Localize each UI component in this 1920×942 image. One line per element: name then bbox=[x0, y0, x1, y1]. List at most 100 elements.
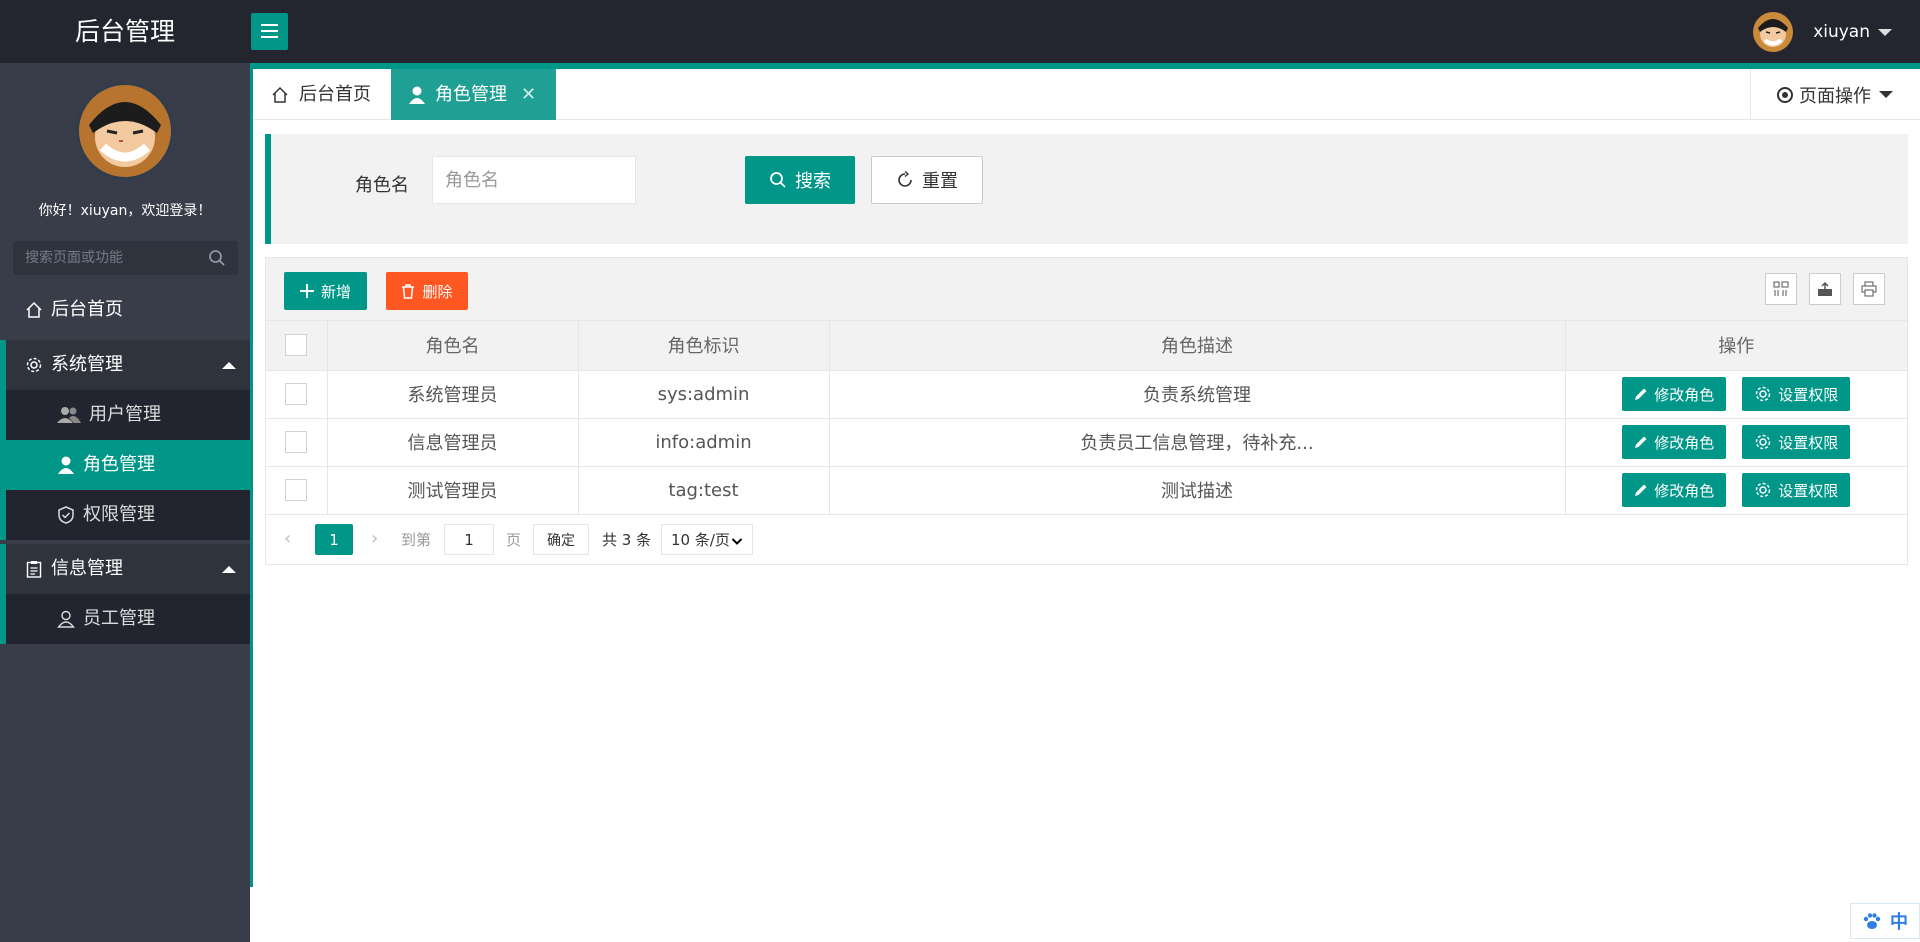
delete-button[interactable]: 删除 bbox=[386, 272, 468, 310]
sidebar-search-input[interactable] bbox=[13, 241, 193, 275]
next-page-icon[interactable]: › bbox=[371, 528, 378, 549]
hamburger-icon bbox=[261, 24, 278, 26]
goto-page-input[interactable] bbox=[444, 524, 494, 555]
role-desc-cell: 负责系统管理 bbox=[829, 370, 1566, 419]
pencil-icon bbox=[1634, 387, 1648, 401]
role-name-input[interactable] bbox=[432, 156, 636, 204]
page-ops-label: 页面操作 bbox=[1799, 85, 1871, 107]
set-permission-button[interactable]: 设置权限 bbox=[1742, 425, 1851, 459]
radio-dot-icon bbox=[1777, 86, 1793, 103]
set-permission-label: 设置权限 bbox=[1778, 481, 1839, 500]
lang-label: 中 bbox=[1890, 912, 1908, 933]
search-button-label: 搜索 bbox=[795, 171, 831, 192]
paw-icon bbox=[1862, 911, 1882, 931]
sidebar-item-employees[interactable]: 员工管理 bbox=[0, 594, 250, 644]
top-header: 后台管理 xiuyan bbox=[0, 0, 1920, 69]
prev-page-icon[interactable]: ‹ bbox=[284, 528, 291, 549]
sidebar-item-system[interactable]: 系统管理 bbox=[0, 340, 250, 390]
table-row: 系统管理员 sys:admin 负责系统管理 修改角色 设置权限 bbox=[266, 370, 1907, 419]
sidebar-item-home[interactable]: 后台首页 bbox=[0, 285, 250, 335]
menu-toggle-button[interactable] bbox=[251, 13, 288, 50]
actions-cell: 修改角色 设置权限 bbox=[1565, 466, 1907, 515]
set-permission-label: 设置权限 bbox=[1778, 385, 1839, 404]
edit-role-label: 修改角色 bbox=[1654, 481, 1715, 500]
select-all-checkbox[interactable] bbox=[285, 334, 308, 357]
tab-label: 后台首页 bbox=[299, 84, 371, 105]
pencil-icon bbox=[1634, 483, 1648, 497]
sidebar-item-roles[interactable]: 角色管理 bbox=[0, 440, 250, 490]
trash-icon bbox=[401, 283, 415, 299]
search-icon[interactable] bbox=[208, 249, 226, 271]
sidebar-item-label: 员工管理 bbox=[83, 608, 155, 629]
gear-icon bbox=[1754, 481, 1772, 499]
role-desc-cell: 负责员工信息管理，待补充... bbox=[829, 418, 1566, 467]
welcome-text: 你好！xiuyan，欢迎登录！ bbox=[38, 203, 212, 219]
edit-role-button[interactable]: 修改角色 bbox=[1622, 425, 1727, 459]
edit-role-button[interactable]: 修改角色 bbox=[1622, 377, 1727, 411]
edit-role-label: 修改角色 bbox=[1654, 385, 1715, 404]
avatar bbox=[1753, 12, 1794, 52]
set-permission-button[interactable]: 设置权限 bbox=[1742, 377, 1851, 411]
caret-down-icon bbox=[1878, 28, 1892, 36]
set-permission-label: 设置权限 bbox=[1778, 433, 1839, 452]
columns-filter-icon[interactable] bbox=[1765, 273, 1797, 305]
user-icon bbox=[409, 86, 425, 104]
person-icon bbox=[56, 609, 76, 629]
checkbox-cell bbox=[266, 370, 328, 419]
role-table: 角色名 角色标识 角色描述 操作 系统管理员 sys:admin 负责系统管理 … bbox=[266, 321, 1907, 515]
role-name-cell: 信息管理员 bbox=[327, 418, 579, 467]
page-size-select[interactable]: 10 条/页 bbox=[661, 524, 753, 555]
role-desc-cell: 测试描述 bbox=[829, 466, 1566, 515]
sidebar-item-label: 系统管理 bbox=[51, 354, 123, 375]
tab-home[interactable]: 后台首页 bbox=[253, 69, 391, 120]
actions-cell: 修改角色 设置权限 bbox=[1565, 418, 1907, 467]
plus-icon bbox=[299, 284, 314, 298]
reset-button-label: 重置 bbox=[922, 171, 958, 192]
delete-button-label: 删除 bbox=[422, 282, 453, 301]
column-header: 角色名 bbox=[327, 321, 579, 371]
set-permission-button[interactable]: 设置权限 bbox=[1742, 473, 1851, 507]
sidebar-item-label: 后台首页 bbox=[51, 299, 123, 320]
username: xiuyan bbox=[1813, 22, 1870, 42]
sidebar-item-users[interactable]: 用户管理 bbox=[0, 390, 250, 440]
sidebar-item-permissions[interactable]: 权限管理 bbox=[0, 490, 250, 540]
role-key-cell: info:admin bbox=[578, 418, 830, 467]
search-icon bbox=[769, 171, 787, 189]
export-icon[interactable] bbox=[1809, 273, 1841, 305]
add-button[interactable]: 新增 bbox=[284, 272, 367, 310]
add-button-label: 新增 bbox=[320, 282, 351, 301]
ime-language-badge[interactable]: 中 bbox=[1850, 903, 1920, 939]
row-checkbox[interactable] bbox=[285, 383, 308, 405]
refresh-icon bbox=[896, 171, 914, 189]
tab-label: 角色管理 bbox=[435, 84, 507, 105]
user-menu[interactable]: xiuyan bbox=[1753, 12, 1892, 52]
clipboard-icon bbox=[24, 559, 44, 579]
row-checkbox[interactable] bbox=[285, 479, 308, 501]
edit-role-label: 修改角色 bbox=[1654, 433, 1715, 452]
role-key-cell: tag:test bbox=[578, 466, 830, 515]
checkbox-cell bbox=[266, 418, 328, 467]
home-icon bbox=[24, 300, 44, 320]
page-unit-label: 页 bbox=[506, 531, 522, 549]
close-icon[interactable]: ✕ bbox=[521, 69, 536, 120]
tab-roles[interactable]: 角色管理 ✕ bbox=[391, 69, 556, 120]
table-row: 测试管理员 tag:test 测试描述 修改角色 设置权限 bbox=[266, 466, 1907, 515]
print-icon[interactable] bbox=[1853, 273, 1885, 305]
sidebar-search bbox=[13, 241, 238, 275]
chevron-down-icon bbox=[731, 533, 743, 551]
page-operations-dropdown[interactable]: 页面操作 bbox=[1750, 69, 1920, 120]
edit-role-button[interactable]: 修改角色 bbox=[1622, 473, 1727, 507]
caret-up-icon bbox=[222, 362, 236, 369]
sidebar-avatar bbox=[76, 82, 174, 180]
select-all-cell bbox=[266, 321, 328, 371]
search-panel: 角色名 搜索 重置 bbox=[265, 134, 1908, 244]
home-icon bbox=[271, 86, 289, 104]
row-checkbox[interactable] bbox=[285, 431, 308, 453]
search-button[interactable]: 搜索 bbox=[745, 156, 855, 204]
goto-confirm-button[interactable]: 确定 bbox=[533, 524, 589, 555]
column-header: 操作 bbox=[1565, 321, 1907, 371]
pagination: ‹ 1 › 到第 页 确定 共 3 条 10 条/页 bbox=[266, 514, 1907, 564]
page-number-current[interactable]: 1 bbox=[315, 524, 353, 555]
reset-button[interactable]: 重置 bbox=[871, 156, 983, 204]
sidebar-item-info[interactable]: 信息管理 bbox=[0, 544, 250, 594]
